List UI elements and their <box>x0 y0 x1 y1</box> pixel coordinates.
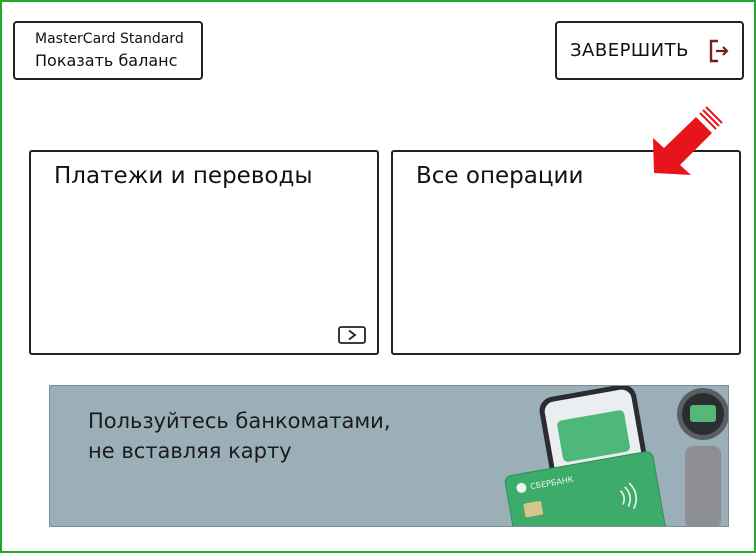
show-balance-button[interactable]: MasterCard Standard Показать баланс <box>13 21 203 80</box>
finish-label: ЗАВЕРШИТЬ <box>570 40 689 61</box>
pointer-arrow-icon <box>653 106 723 175</box>
finish-button[interactable]: ЗАВЕРШИТЬ <box>555 21 744 80</box>
phone-card-watch-image: СБЕРБАНК <box>504 386 728 526</box>
tile-all-operations[interactable]: Все операции <box>391 150 741 355</box>
banner-text: Пользуйтесь банкоматами, не вставляя кар… <box>88 406 391 466</box>
atm-screen: MasterCard Standard Показать баланс ЗАВЕ… <box>0 0 756 553</box>
exit-icon <box>709 39 729 63</box>
chevron-right-icon <box>338 326 366 344</box>
tile-payments-title: Платежи и переводы <box>54 163 313 189</box>
banner-line-1: Пользуйтесь банкоматами, <box>88 409 391 433</box>
tile-payments-transfers[interactable]: Платежи и переводы <box>29 150 379 355</box>
banner-line-2: не вставляя карту <box>88 439 292 463</box>
card-name: MasterCard Standard <box>35 31 184 47</box>
contactless-banner[interactable]: Пользуйтесь банкоматами, не вставляя кар… <box>49 385 729 527</box>
show-balance-label: Показать баланс <box>35 51 178 70</box>
tile-operations-title: Все операции <box>416 163 584 189</box>
